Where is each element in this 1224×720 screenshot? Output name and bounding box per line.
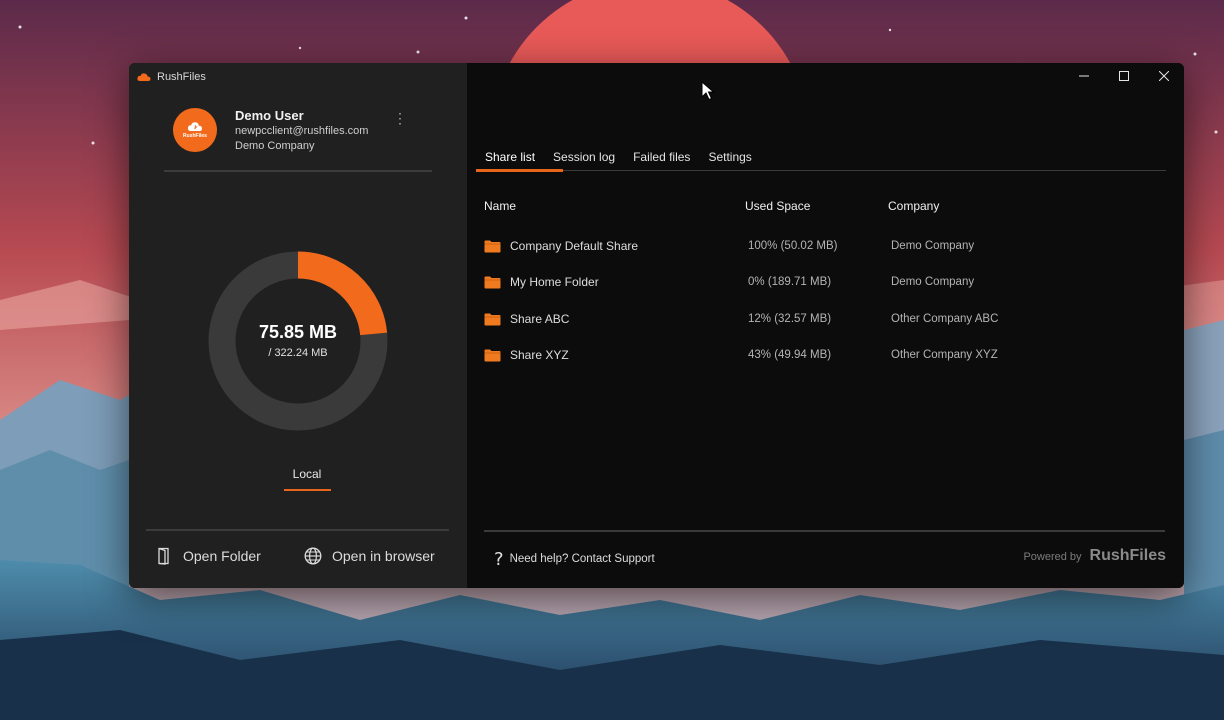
cloud-icon — [187, 122, 202, 131]
app-title: RushFiles — [157, 71, 206, 83]
close-button[interactable] — [1144, 63, 1184, 89]
open-in-browser-button[interactable]: Open in browser — [304, 545, 435, 567]
tab-bar: Share list Session log Failed files Sett… — [476, 147, 761, 171]
powered-by-label: Powered by — [1023, 551, 1082, 563]
tab-local-indicator — [284, 489, 331, 491]
window-controls — [1064, 63, 1184, 89]
contact-support-label: Need help? Contact Support — [509, 553, 655, 565]
share-company: Demo Company — [891, 240, 975, 252]
open-folder-label: Open Folder — [183, 548, 261, 564]
minimize-button[interactable] — [1064, 63, 1104, 89]
footer-divider — [484, 530, 1165, 532]
share-name: Share XYZ — [510, 348, 569, 362]
table-row[interactable]: My Home Folder 0% (189.71 MB) Demo Compa… — [467, 273, 1167, 299]
more-options-button[interactable]: ⋮ — [393, 109, 407, 127]
left-pane: RushFiles RushFiles Demo User newpcclien… — [129, 63, 467, 588]
minimize-icon — [1079, 75, 1089, 77]
tab-local[interactable]: Local — [283, 467, 331, 481]
brand-logo: RushFiles — [1089, 547, 1166, 564]
share-name: My Home Folder — [510, 275, 599, 289]
folder-icon — [484, 276, 501, 289]
right-pane: Share list Session log Failed files Sett… — [467, 63, 1184, 588]
column-header-company[interactable]: Company — [888, 199, 939, 213]
user-name: Demo User — [235, 108, 304, 123]
title-bar: RushFiles — [137, 69, 206, 85]
folder-icon — [484, 240, 501, 253]
folder-icon — [484, 349, 501, 362]
mouse-cursor-icon — [701, 81, 715, 101]
column-header-name[interactable]: Name — [484, 199, 516, 213]
open-in-browser-label: Open in browser — [332, 548, 435, 564]
tab-bar-divider — [476, 170, 1166, 171]
table-row[interactable]: Company Default Share 100% (50.02 MB) De… — [467, 237, 1167, 263]
powered-by: Powered by RushFiles — [1023, 547, 1166, 565]
rushfiles-logo-icon — [137, 73, 151, 81]
maximize-button[interactable] — [1104, 63, 1144, 89]
question-mark-icon: ? — [494, 548, 504, 570]
share-used-space: 0% (189.71 MB) — [748, 276, 832, 288]
share-company: Other Company XYZ — [891, 349, 998, 361]
tab-share-list[interactable]: Share list — [476, 147, 544, 171]
table-row[interactable]: Share XYZ 43% (49.94 MB) Other Company X… — [467, 346, 1167, 372]
tab-settings[interactable]: Settings — [699, 147, 760, 171]
share-used-space: 43% (49.94 MB) — [748, 349, 832, 361]
active-tab-indicator — [476, 169, 563, 172]
avatar-label: RushFiles — [183, 133, 207, 139]
globe-icon — [304, 547, 322, 565]
avatar: RushFiles — [173, 108, 217, 152]
rushfiles-window: RushFiles RushFiles Demo User newpcclien… — [129, 63, 1184, 588]
door-icon — [157, 547, 173, 565]
close-icon — [1159, 71, 1169, 81]
contact-support-link[interactable]: ? Need help? Contact Support — [494, 548, 655, 570]
storage-total-value: / 322.24 MB — [268, 347, 328, 359]
share-name: Company Default Share — [510, 239, 639, 253]
share-name: Share ABC — [510, 312, 570, 326]
column-header-used-space[interactable]: Used Space — [745, 199, 810, 213]
tab-failed-files[interactable]: Failed files — [624, 147, 699, 171]
divider — [164, 170, 432, 172]
share-company: Other Company ABC — [891, 313, 999, 325]
share-company: Demo Company — [891, 276, 975, 288]
folder-icon — [484, 313, 501, 326]
table-row[interactable]: Share ABC 12% (32.57 MB) Other Company A… — [467, 310, 1167, 336]
storage-used-value: 75.85 MB — [258, 322, 338, 342]
user-email: newpcclient@rushfiles.com — [235, 125, 369, 137]
user-company: Demo Company — [235, 140, 315, 152]
tab-session-log[interactable]: Session log — [544, 147, 624, 171]
divider — [146, 529, 449, 531]
open-folder-button[interactable]: Open Folder — [157, 545, 261, 567]
maximize-icon — [1119, 71, 1129, 81]
share-used-space: 100% (50.02 MB) — [748, 240, 838, 252]
share-used-space: 12% (32.57 MB) — [748, 313, 832, 325]
